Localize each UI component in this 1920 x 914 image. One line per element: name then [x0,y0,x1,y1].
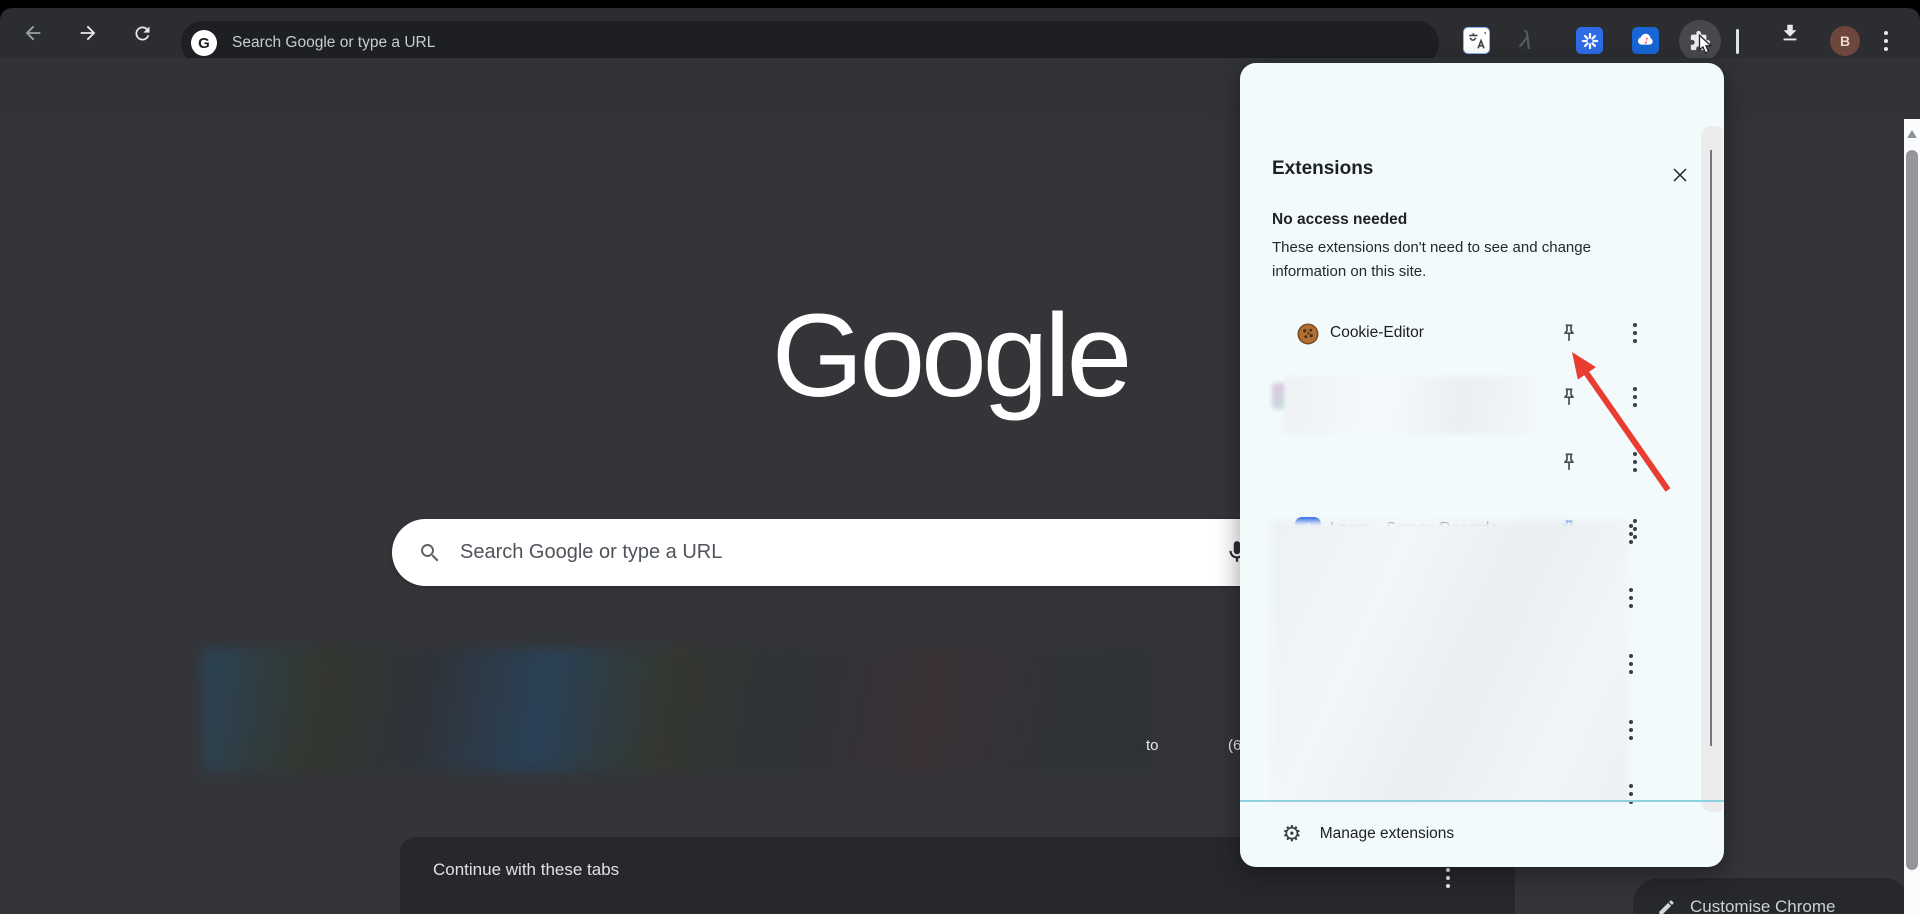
extension-menu-button[interactable] [1627,452,1643,474]
reload-icon [134,25,149,40]
pin-extension-button[interactable] [1557,451,1581,475]
blur-text-fragment: to [1146,737,1159,754]
toolbar-separator [1736,29,1739,54]
dimmed-extension-icon: λ [1517,25,1536,56]
extension-name: Cookie-Editor [1330,324,1424,341]
customise-chrome-button[interactable]: Customise Chrome [1633,878,1910,914]
media-cloud-extension-button[interactable]: ♪ [1632,27,1659,54]
extension-row: Cookie-Editor [1240,306,1724,362]
download-icon [1783,24,1797,41]
cloud-music-icon: ♪ [1632,27,1659,54]
extension-menu-button[interactable] [1629,720,1633,740]
pencil-icon [1659,899,1674,914]
manage-extensions-button[interactable]: ⚙ Manage extensions [1240,806,1724,862]
reload-button[interactable] [125,16,159,50]
popup-section-description: These extensions don't need to see and c… [1272,239,1591,280]
close-icon [1673,168,1687,182]
popup-scrollbar-thumb[interactable] [1710,150,1712,746]
popup-section-title: No access needed [1272,211,1408,228]
customise-chrome-label: Customise Chrome [1690,897,1836,914]
popup-scrollbar-track[interactable] [1701,126,1723,812]
extension-menu-button[interactable] [1629,654,1633,674]
popup-close-button[interactable] [1666,161,1694,189]
translate-icon [1463,27,1490,54]
popup-divider [1240,800,1724,802]
dimmed-extension-button[interactable]: λ [1517,25,1536,56]
loom-starburst-icon [1576,27,1603,54]
extension-menu-button[interactable] [1627,323,1643,345]
browser-toolbar: G λ [0,8,1920,65]
continue-card-menu-button[interactable] [1446,868,1450,888]
redacted-extension-name [1284,376,1536,434]
loom-toolbar-button[interactable] [1576,27,1603,54]
popup-title: Extensions [1272,158,1374,179]
google-g-badge-icon: G [191,30,217,56]
pin-extension-button[interactable] [1557,386,1581,410]
downloads-button[interactable] [1773,16,1807,50]
chrome-menu-button[interactable] [1884,31,1888,51]
extension-row-redacted [1240,435,1724,491]
manage-extensions-label: Manage extensions [1319,825,1455,842]
blurred-shortcuts-row [202,648,1151,772]
pin-extension-button[interactable] [1557,322,1581,346]
profile-avatar[interactable]: B [1830,26,1860,56]
continue-tabs-label: Continue with these tabs [433,860,620,879]
extensions-menu-button[interactable] [1679,20,1721,62]
search-icon [420,543,439,561]
cursor-pointer-icon [1698,33,1713,54]
forward-arrow-icon [80,25,96,41]
extension-menu-button[interactable] [1629,524,1633,544]
page-search-input[interactable] [458,540,1178,565]
omnibox-input[interactable] [230,33,1130,53]
extension-menu-button[interactable] [1629,588,1633,608]
back-button[interactable] [16,16,50,50]
scroll-up-arrow-icon[interactable] [1907,130,1917,138]
extension-menu-button[interactable] [1627,387,1643,409]
cookie-editor-icon [1295,321,1321,347]
browser-window: G λ [0,0,1920,914]
redacted-extensions-block [1272,521,1628,803]
svg-text:♪: ♪ [1643,35,1648,45]
forward-button[interactable] [71,16,105,50]
translate-extension-button[interactable] [1463,27,1490,54]
back-arrow-icon [25,25,41,41]
gear-icon: ⚙ [1282,821,1302,846]
google-logo: Google [771,290,1133,422]
page-scrollbar-thumb[interactable] [1906,150,1918,870]
